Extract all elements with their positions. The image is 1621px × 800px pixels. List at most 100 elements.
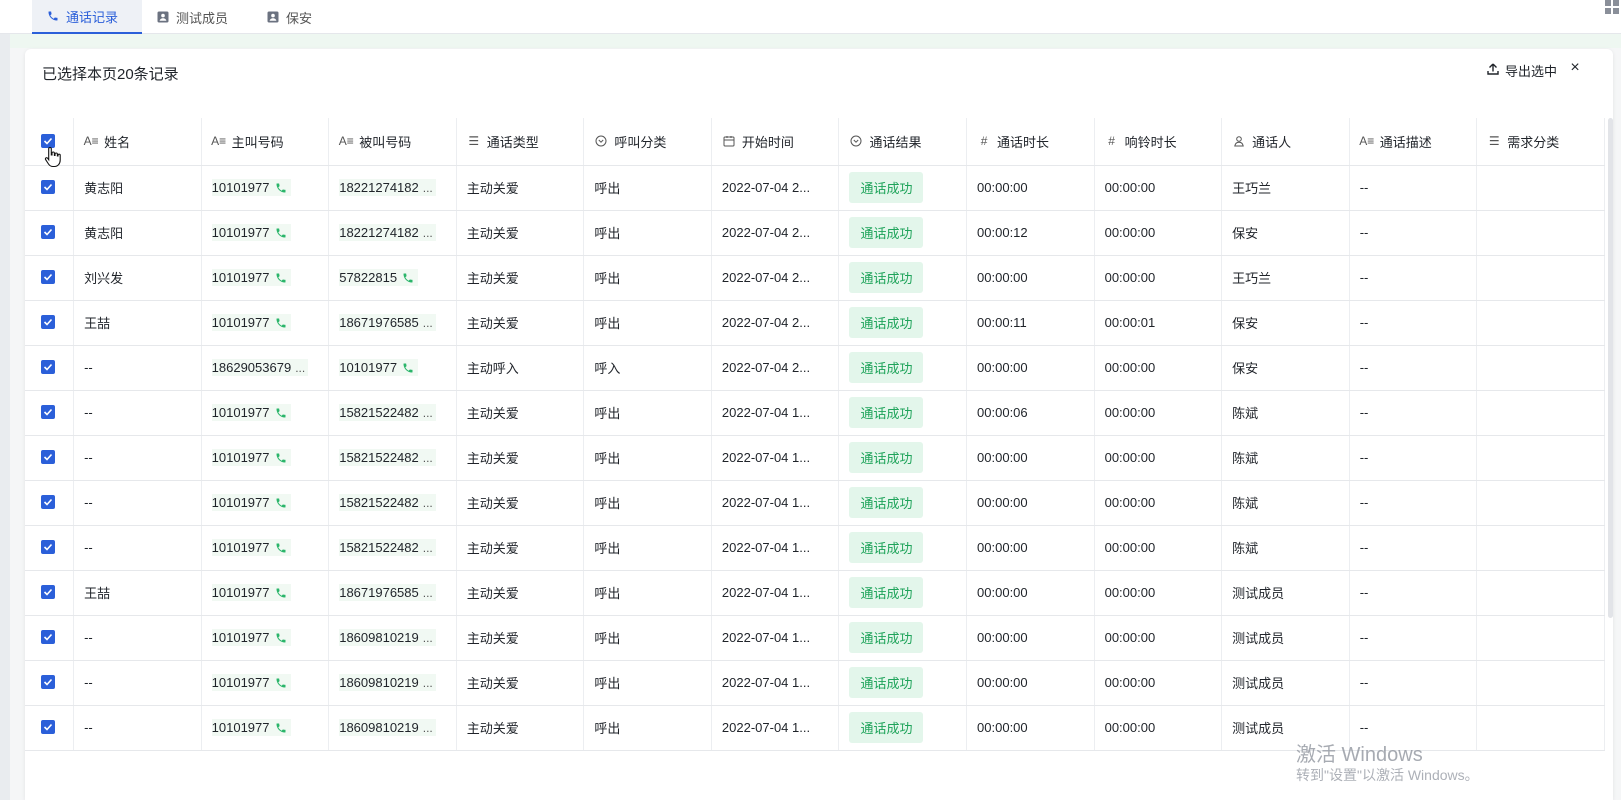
phone-number-tag[interactable]: 18671976585... bbox=[339, 584, 436, 601]
row-checkbox[interactable] bbox=[41, 675, 55, 689]
row-checkbox[interactable] bbox=[41, 180, 55, 194]
table-row[interactable]: -- 10101977 18609810219... 主动关爱 呼出 2022-07-04… bbox=[25, 615, 1605, 661]
phone-number-tag[interactable]: 10101977 bbox=[211, 494, 291, 511]
phone-number-tag[interactable]: 10101977 bbox=[211, 269, 291, 286]
phone-icon[interactable] bbox=[401, 361, 415, 375]
cell-ring-duration: 00:00:00 bbox=[1094, 570, 1223, 616]
phone-number-tag[interactable]: 18671976585... bbox=[339, 314, 436, 331]
export-selected-button[interactable]: 导出选中 bbox=[1487, 61, 1557, 80]
phone-icon[interactable] bbox=[274, 451, 288, 465]
row-checkbox[interactable] bbox=[41, 405, 55, 419]
vertical-scrollbar[interactable] bbox=[1608, 118, 1613, 618]
phone-number-tag[interactable]: 10101977 bbox=[211, 629, 291, 646]
phone-number-tag[interactable]: 18609810219... bbox=[339, 629, 436, 646]
cell-ring-duration: 00:00:00 bbox=[1094, 165, 1223, 211]
phone-number-tag[interactable]: 10101977 bbox=[211, 314, 291, 331]
table-row[interactable]: -- 10101977 15821522482... 主动关爱 呼出 2022-07-04… bbox=[25, 525, 1605, 571]
phone-icon[interactable] bbox=[274, 676, 288, 690]
row-checkbox[interactable] bbox=[41, 315, 55, 329]
table-row[interactable]: 王喆 10101977 18671976585... 主动关爱 呼出 2022-07-04… bbox=[25, 300, 1605, 346]
cell-call-result: 通话成功 bbox=[838, 525, 968, 571]
phone-number-tag[interactable]: 10101977 bbox=[211, 449, 291, 466]
phone-number-tag[interactable]: 15821522482... bbox=[339, 494, 436, 511]
phone-number-tag[interactable]: 15821522482... bbox=[339, 539, 436, 556]
phone-number-tag[interactable]: 18629053679... bbox=[211, 359, 309, 376]
phone-icon[interactable] bbox=[274, 721, 288, 735]
row-checkbox[interactable] bbox=[41, 630, 55, 644]
status-badge: 通话成功 bbox=[849, 622, 924, 653]
column-header[interactable]: A≡ 姓名 bbox=[73, 118, 202, 166]
column-header[interactable]: # 通话时长 bbox=[966, 118, 1095, 166]
phone-icon[interactable] bbox=[274, 316, 288, 330]
phone-icon[interactable] bbox=[274, 631, 288, 645]
row-checkbox[interactable] bbox=[41, 495, 55, 509]
phone-number-tag[interactable]: 10101977 bbox=[211, 584, 291, 601]
close-icon[interactable]: × bbox=[1567, 59, 1583, 76]
table-row[interactable]: 王喆 10101977 18671976585... 主动关爱 呼出 2022-07-04… bbox=[25, 570, 1605, 616]
column-header[interactable]: A≡ 被叫号码 bbox=[328, 118, 457, 166]
row-checkbox[interactable] bbox=[41, 540, 55, 554]
table-row[interactable]: -- 10101977 15821522482... 主动关爱 呼出 2022-07-04… bbox=[25, 480, 1605, 526]
column-header[interactable]: 开始时间 bbox=[711, 118, 840, 166]
column-header[interactable]: 通话人 bbox=[1221, 118, 1350, 166]
cell-callee: 15821522482... bbox=[328, 480, 457, 526]
table-row[interactable]: 黄志阳 10101977 18221274182... 主动关爱 呼出 2022-07-0… bbox=[25, 210, 1605, 256]
phone-number-tag[interactable]: 18221274182... bbox=[339, 224, 436, 241]
column-header[interactable]: 通话结果 bbox=[838, 118, 968, 166]
column-header[interactable]: A≡ 主叫号码 bbox=[201, 118, 330, 166]
select-all-checkbox[interactable] bbox=[41, 133, 55, 148]
table-row[interactable]: -- 10101977 18609810219... 主动关爱 呼出 2022-07-04… bbox=[25, 660, 1605, 706]
more-indicator: ... bbox=[422, 225, 433, 240]
row-check-cell bbox=[25, 660, 75, 706]
phone-number-tag[interactable]: 18221274182... bbox=[339, 179, 436, 196]
phone-number-tag[interactable]: 10101977 bbox=[211, 404, 291, 421]
row-checkbox[interactable] bbox=[41, 270, 55, 284]
phone-number-tag[interactable]: 10101977 bbox=[211, 674, 291, 691]
number-icon: # bbox=[980, 134, 988, 149]
row-checkbox[interactable] bbox=[41, 720, 55, 734]
row-checkbox[interactable] bbox=[41, 585, 55, 599]
cell-callee: 18671976585... bbox=[328, 570, 457, 616]
phone-number-tag[interactable]: 10101977 bbox=[211, 179, 291, 196]
apps-grid-icon[interactable] bbox=[1605, 0, 1619, 14]
selected-count-text: 已选择本页20条记录 bbox=[42, 66, 179, 83]
cell-caller: 18629053679... bbox=[201, 345, 330, 391]
phone-icon[interactable] bbox=[274, 226, 288, 240]
phone-icon[interactable] bbox=[401, 271, 415, 285]
text-field-icon: A≡ bbox=[1359, 134, 1375, 149]
row-checkbox[interactable] bbox=[41, 225, 55, 239]
tab-call-records[interactable]: 通话记录 bbox=[32, 0, 143, 34]
column-header[interactable]: # 响铃时长 bbox=[1094, 118, 1223, 166]
column-header[interactable]: A≡ 通话描述 bbox=[1349, 118, 1478, 166]
table-row[interactable]: -- 10101977 15821522482... 主动关爱 呼出 2022-07-04… bbox=[25, 435, 1605, 481]
phone-icon[interactable] bbox=[274, 271, 288, 285]
cell-name: -- bbox=[73, 525, 202, 571]
phone-number-tag[interactable]: 15821522482... bbox=[339, 404, 436, 421]
phone-number-tag[interactable]: 57822815 bbox=[339, 269, 419, 286]
cell-description: -- bbox=[1349, 165, 1478, 211]
column-header[interactable]: 呼叫分类 bbox=[583, 118, 712, 166]
phone-number-tag[interactable]: 15821522482... bbox=[339, 449, 436, 466]
phone-number-tag[interactable]: 10101977 bbox=[211, 719, 291, 736]
phone-icon[interactable] bbox=[274, 541, 288, 555]
row-checkbox[interactable] bbox=[41, 360, 55, 374]
phone-icon[interactable] bbox=[274, 181, 288, 195]
table-row[interactable]: -- 18629053679... 10101977 主动呼入 呼入 2022-07-04… bbox=[25, 345, 1605, 391]
phone-icon[interactable] bbox=[274, 586, 288, 600]
column-header[interactable]: ☰ 需求分类 bbox=[1476, 118, 1605, 166]
cell-name: 王喆 bbox=[73, 570, 202, 616]
phone-number-tag[interactable]: 10101977 bbox=[339, 359, 419, 376]
phone-icon[interactable] bbox=[274, 496, 288, 510]
phone-icon[interactable] bbox=[274, 406, 288, 420]
phone-number-tag[interactable]: 18609810219... bbox=[339, 719, 436, 736]
phone-number-tag[interactable]: 10101977 bbox=[211, 539, 291, 556]
table-row[interactable]: 刘兴发 10101977 57822815 主动关爱 呼出 2022-07-04 2...… bbox=[25, 255, 1605, 301]
table-row[interactable]: 黄志阳 10101977 18221274182... 主动关爱 呼出 2022-07-0… bbox=[25, 165, 1605, 211]
column-header[interactable]: ☰ 通话类型 bbox=[456, 118, 585, 166]
phone-number-tag[interactable]: 10101977 bbox=[211, 224, 291, 241]
tab-security[interactable]: 保安 bbox=[252, 0, 336, 34]
phone-number-tag[interactable]: 18609810219... bbox=[339, 674, 436, 691]
row-checkbox[interactable] bbox=[41, 450, 55, 464]
table-row[interactable]: -- 10101977 15821522482... 主动关爱 呼出 2022-07-04… bbox=[25, 390, 1605, 436]
tab-test-members[interactable]: 测试成员 bbox=[142, 0, 252, 34]
